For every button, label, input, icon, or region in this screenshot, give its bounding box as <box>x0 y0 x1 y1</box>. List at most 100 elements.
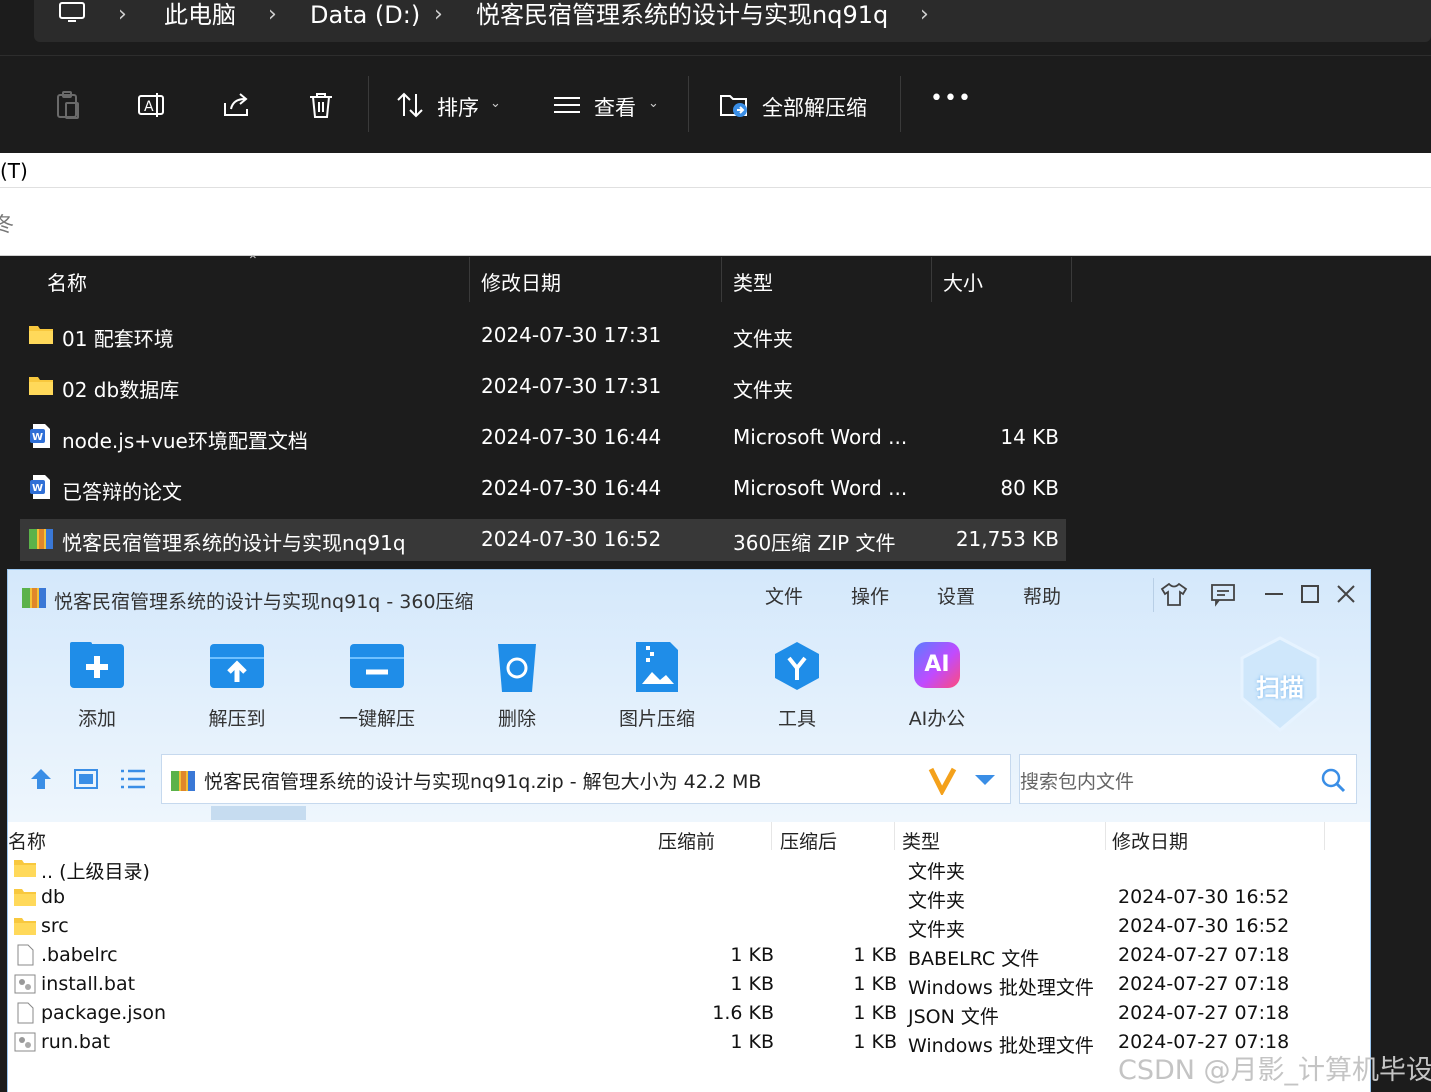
menu-settings[interactable]: 设置 <box>937 582 975 609</box>
file-row[interactable]: W node.js+vue环境配置文档 2024-07-30 16:44 Mic… <box>20 417 1066 459</box>
svg-text:A: A <box>144 99 154 115</box>
list-view-icon[interactable] <box>120 768 146 790</box>
extract-to-icon[interactable] <box>182 640 292 700</box>
paste-icon[interactable] <box>52 89 84 121</box>
image-compress-icon[interactable] <box>602 640 712 700</box>
file-row-selected[interactable]: 悦客民宿管理系统的设计与实现nq91q 2024-07-30 16:52 360… <box>20 519 1066 561</box>
archive-row[interactable]: .. (上级目录) 文件夹 <box>8 855 1370 884</box>
ai-office-icon[interactable]: AI <box>882 640 992 700</box>
breadcrumb-item-drive[interactable]: Data (D:) <box>310 0 420 30</box>
extract-all-button[interactable]: 全部解压缩 <box>762 92 867 122</box>
command-bar: A 排序 ⌄ 查看 ⌄ 全部解压缩 ••• <box>0 55 1431 153</box>
toolbar-divider <box>688 76 689 132</box>
tool-one-click-extract-label[interactable]: 一键解压 <box>317 704 437 731</box>
delete-icon[interactable] <box>305 89 337 121</box>
menu-operate[interactable]: 操作 <box>851 582 889 609</box>
delete-recycle-icon[interactable] <box>462 640 572 700</box>
column-divider[interactable] <box>469 257 470 302</box>
tab-indicator <box>211 806 306 820</box>
column-header-modified[interactable]: 修改日期 <box>481 267 561 296</box>
menu-help[interactable]: 帮助 <box>1023 582 1061 609</box>
search-input[interactable]: 搜索包内文件 <box>1019 754 1357 804</box>
maximize-icon[interactable] <box>1296 580 1324 608</box>
file-size: 80 KB <box>1000 476 1059 500</box>
column-header-name[interactable]: 名称 <box>47 267 87 296</box>
entry-after: 1 KB <box>853 1002 897 1024</box>
entry-type: BABELRC 文件 <box>908 948 1040 970</box>
column-divider[interactable] <box>931 257 932 302</box>
breadcrumb-item-folder[interactable]: 悦客民宿管理系统的设计与实现nq91q <box>476 0 888 30</box>
entry-modified: 2024-07-30 16:52 <box>1118 915 1290 937</box>
column-divider[interactable] <box>771 822 772 850</box>
more-options-button[interactable]: ••• <box>930 86 972 111</box>
up-arrow-icon[interactable] <box>28 767 54 791</box>
tool-ai-office-label[interactable]: AI办公 <box>877 704 997 731</box>
archive-row[interactable]: src 文件夹 2024-07-30 16:52 <box>8 913 1370 942</box>
entry-type: Windows 批处理文件 <box>908 1035 1094 1057</box>
sort-button[interactable]: 排序 <box>437 92 479 122</box>
entry-name: .. (上级目录) <box>41 861 150 883</box>
add-icon[interactable] <box>42 640 152 700</box>
skin-shirt-icon[interactable] <box>1160 580 1188 608</box>
rename-icon[interactable]: A <box>136 89 168 121</box>
blank-file-icon <box>17 1002 34 1024</box>
feedback-icon[interactable] <box>1209 580 1237 608</box>
thumbnail-view-icon[interactable] <box>74 768 98 790</box>
archive-row[interactable]: db 文件夹 2024-07-30 16:52 <box>8 884 1370 913</box>
file-row[interactable]: W 已答辩的论文 2024-07-30 16:44 Microsoft Word… <box>20 468 1066 510</box>
search-placeholder: 搜索包内文件 <box>1020 771 1135 793</box>
breadcrumb-item-this-pc[interactable]: 此电脑 <box>164 0 236 30</box>
file-row[interactable]: 02 db数据库 2024-07-30 17:31 文件夹 <box>20 366 1066 408</box>
archive-row[interactable]: package.json 1.6 KB 1 KB JSON 文件 2024-07… <box>8 1000 1370 1029</box>
column-divider[interactable] <box>1324 822 1325 850</box>
column-header-name[interactable]: 名称 <box>8 827 46 854</box>
menu-file[interactable]: 文件 <box>765 582 803 609</box>
archive-row[interactable]: install.bat 1 KB 1 KB Windows 批处理文件 2024… <box>8 971 1370 1000</box>
column-divider[interactable] <box>894 822 895 850</box>
sort-icon[interactable] <box>394 89 426 121</box>
breadcrumb[interactable]: › 此电脑 › Data (D:) › 悦客民宿管理系统的设计与实现nq91q … <box>34 0 1431 42</box>
tool-image-compress-label[interactable]: 图片压缩 <box>597 704 717 731</box>
zip-archive-icon <box>171 771 195 791</box>
tool-tools-label[interactable]: 工具 <box>737 704 857 731</box>
entry-type: Windows 批处理文件 <box>908 977 1094 999</box>
column-divider[interactable] <box>721 257 722 302</box>
column-header-after[interactable]: 压缩后 <box>780 827 837 854</box>
entry-after: 1 KB <box>853 973 897 995</box>
title-divider <box>1153 578 1154 612</box>
one-click-extract-icon[interactable] <box>322 640 432 700</box>
scan-button[interactable]: 扫描 <box>1238 636 1322 732</box>
minimize-icon[interactable] <box>1260 580 1288 608</box>
tool-extract-to-label[interactable]: 解压到 <box>177 704 297 731</box>
view-icon[interactable] <box>551 89 583 121</box>
tool-add-label[interactable]: 添加 <box>37 704 157 731</box>
file-type: Microsoft Word ... <box>733 476 908 500</box>
tool-delete-label[interactable]: 删除 <box>457 704 577 731</box>
column-header-type[interactable]: 类型 <box>902 827 940 854</box>
file-type: 文件夹 <box>733 378 793 402</box>
column-header-type[interactable]: 类型 <box>733 267 773 296</box>
chevron-right-icon[interactable]: › <box>920 0 929 30</box>
entry-after: 1 KB <box>853 944 897 966</box>
check-mark-icon[interactable] <box>928 765 958 795</box>
entry-before: 1 KB <box>730 944 774 966</box>
tools-icon[interactable] <box>742 640 852 700</box>
extract-all-icon[interactable] <box>718 89 750 121</box>
column-header-size[interactable]: 大小 <box>943 267 983 296</box>
file-modified: 2024-07-30 17:31 <box>481 374 662 398</box>
archive-path-box[interactable]: 悦客民宿管理系统的设计与实现nq91q.zip - 解包大小为 42.2 MB <box>161 754 1011 804</box>
column-divider[interactable] <box>1071 257 1072 302</box>
chevron-down-icon: ⌄ <box>648 96 659 111</box>
archive-row[interactable]: .babelrc 1 KB 1 KB BABELRC 文件 2024-07-27… <box>8 942 1370 971</box>
close-icon[interactable] <box>1332 580 1360 608</box>
view-button[interactable]: 查看 <box>594 92 636 122</box>
search-icon[interactable] <box>1320 767 1346 793</box>
file-name: 01 配套环境 <box>62 327 174 351</box>
computer-icon[interactable] <box>58 2 86 24</box>
share-icon[interactable] <box>221 89 253 121</box>
column-header-modified[interactable]: 修改日期 <box>1112 827 1188 854</box>
column-divider[interactable] <box>1105 822 1106 850</box>
dropdown-arrow-icon[interactable] <box>974 773 996 787</box>
column-header-before[interactable]: 压缩前 <box>658 827 715 854</box>
file-row[interactable]: 01 配套环境 2024-07-30 17:31 文件夹 <box>20 315 1066 357</box>
